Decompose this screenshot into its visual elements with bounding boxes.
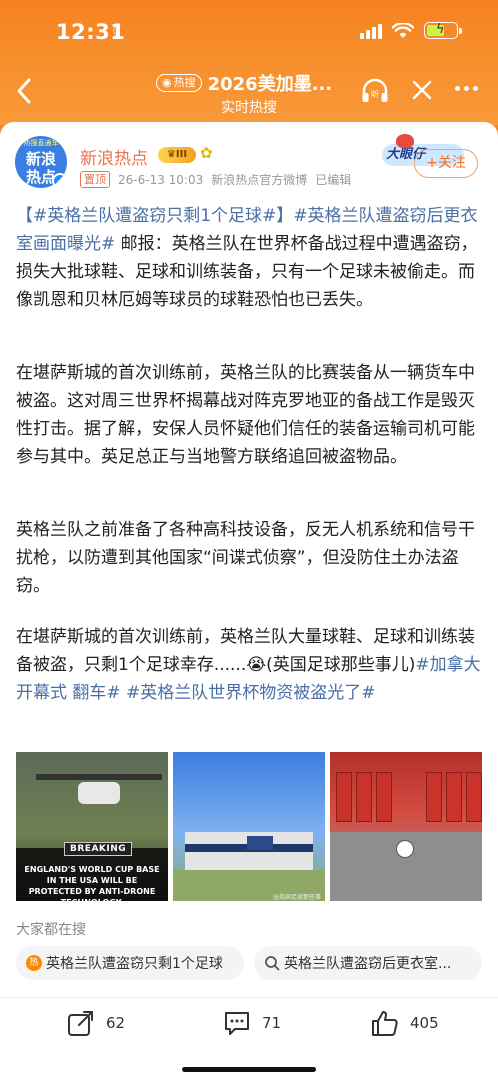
more-options-icon[interactable] (455, 86, 478, 91)
edited-label: 已编辑 (315, 173, 352, 187)
status-bar: 12:31 ☾ ϟ (0, 18, 498, 48)
trending-search-chip[interactable]: 热 英格兰队遭盗窃只剩1个足球 (16, 946, 244, 980)
listen-headphones-icon[interactable]: 听 (360, 76, 390, 106)
chip-label: 英格兰队遭盗窃只剩1个足球 (46, 956, 223, 972)
status-icons: ϟ (360, 22, 462, 39)
comment-button[interactable]: 71 (222, 1008, 281, 1038)
pinned-badge: 置顶 (80, 171, 110, 188)
trending-search-label: 大家都在搜 (16, 922, 86, 938)
post-image-building[interactable]: @英国足球那些事儿 (173, 752, 325, 901)
mascot-icon (396, 134, 414, 148)
thumbs-up-icon (372, 1011, 398, 1036)
image-caption: ENGLAND'S WORLD CUP BASE IN THE USA WILL… (24, 865, 160, 901)
nav-bar: ◉ 热搜 2026美加墨... 实时热搜 听 (0, 66, 498, 120)
hot-search-badge: ◉ 热搜 (156, 74, 202, 92)
drone-graphic (78, 782, 120, 804)
post-source: 新浪热点官方微博 (211, 173, 308, 187)
post-paragraph-1: 【#英格兰队遭盗窃只剩1个足球#】#英格兰队遭盗窃后更衣室画面曝光# 邮报：英格… (16, 202, 482, 314)
repost-count: 62 (106, 1014, 126, 1032)
repost-icon (68, 1011, 93, 1036)
post-image-locker-room[interactable] (330, 752, 482, 901)
crown-icon: ♛ (166, 149, 176, 160)
trending-search-chip[interactable]: 英格兰队遭盗窃后更衣室... (254, 946, 482, 980)
post-timestamp: 26-6-13 10:03 (118, 172, 204, 187)
moon-icon: ☾ (112, 22, 128, 42)
nav-title: 2026美加墨... (207, 74, 333, 95)
repost-button[interactable]: 62 (66, 1008, 125, 1038)
author-name[interactable]: 新浪热点 (80, 144, 148, 169)
hashtag-link[interactable]: 【#英格兰队遭盗窃只剩1个足球#】 (16, 206, 293, 226)
header-bar: 12:31 ☾ ϟ ◉ 热搜 2026美加墨... 实时热搜 听 (0, 0, 498, 125)
comment-icon (225, 1012, 249, 1035)
level-badge-label: III (175, 149, 188, 160)
hashtag-link[interactable]: #英格兰队世界杯物资被盗光了# (121, 683, 376, 703)
post-paragraph-2: 在堪萨斯城的首次训练前，英格兰队的比赛装备从一辆货车中被盗。这对周三世界杯揭幕战… (16, 363, 475, 467)
chip-label: 英格兰队遭盗窃后更衣室... (284, 956, 452, 972)
post-paragraph-3: 英格兰队之前准备了各种高科技设备，反无人机系统和信号干扰枪，以防遭到其他国家“间… (16, 520, 475, 596)
avatar-top-label: 热搜直通车 (23, 139, 59, 147)
avatar[interactable]: 热搜直通车 新浪 热点 ✓ (15, 136, 67, 188)
battery-icon: ϟ (424, 22, 462, 39)
home-indicator[interactable] (182, 1067, 316, 1072)
like-button[interactable]: 405 (370, 1008, 439, 1038)
action-bar: 62 71 405 (0, 997, 498, 1047)
level-badge: ♛III (158, 147, 196, 163)
fire-icon: ◉ (162, 76, 172, 89)
post-meta: 置顶 26-6-13 10:03 新浪热点官方微博 已编辑 (80, 171, 351, 188)
sunflower-icon: ✿ (200, 144, 213, 162)
svg-text:听: 听 (371, 90, 379, 99)
post-card: 热搜直通车 新浪 热点 ✓ 新浪热点 ♛III ✿ 置顶 26-6-13 10:… (0, 122, 498, 1080)
signal-icon (360, 23, 382, 39)
paragraph-text: 在堪萨斯城的首次训练前，英格兰队大量球鞋、足球和训练装备被盗，只剩1个足球幸存.… (16, 627, 475, 675)
follow-button[interactable]: +关注 (414, 149, 478, 178)
post-image-drone[interactable]: BREAKING ENGLAND'S WORLD CUP BASE IN THE… (16, 752, 168, 901)
wifi-icon (392, 22, 414, 38)
building-graphic (185, 832, 313, 870)
hot-badge-label: 热搜 (173, 76, 196, 89)
nav-title-group[interactable]: ◉ 热搜 2026美加墨... (156, 70, 332, 96)
close-x-icon[interactable] (409, 76, 435, 104)
search-icon (265, 956, 280, 971)
football-graphic (396, 840, 414, 858)
like-count: 405 (410, 1014, 439, 1032)
comment-count: 71 (262, 1014, 282, 1032)
hot-icon: 热 (26, 955, 42, 971)
verified-badge-icon: ✓ (52, 173, 67, 188)
image-watermark: @英国足球那些事儿 (273, 894, 322, 901)
post-paragraph-4: 在堪萨斯城的首次训练前，英格兰队大量球鞋、足球和训练装备被盗，只剩1个足球幸存.… (16, 623, 482, 707)
breaking-label: BREAKING (64, 842, 133, 856)
